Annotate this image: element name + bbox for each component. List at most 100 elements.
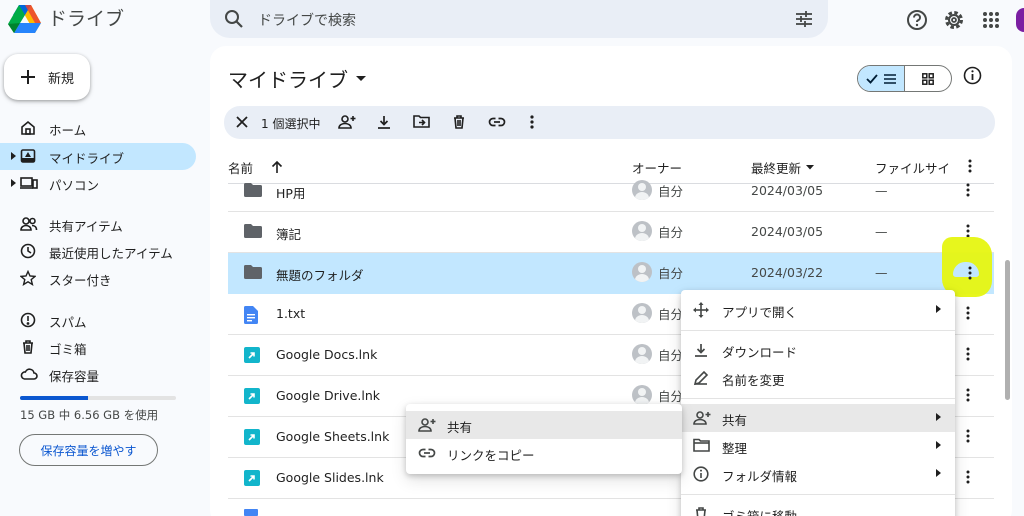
menu-item-organize[interactable]: 整理 <box>681 432 955 460</box>
page-title: マイドライブ <box>228 68 348 92</box>
settings-icon[interactable] <box>942 8 966 32</box>
plus-icon <box>20 69 36 85</box>
shortcut-file-icon <box>244 388 260 404</box>
sidebar-item-spam[interactable]: スパム <box>0 307 196 334</box>
more-vert-icon[interactable] <box>966 429 970 443</box>
docs-file-icon <box>244 306 258 324</box>
menu-item-download[interactable]: ダウンロード <box>681 336 955 364</box>
new-button[interactable]: 新規 <box>4 54 90 100</box>
selection-count: 1 個選択中 <box>261 117 321 131</box>
docs-file-icon <box>244 509 258 516</box>
file-name: Google Slides.lnk <box>276 470 384 485</box>
avatar <box>632 221 652 241</box>
table-row[interactable]: 簿記 自分 2024/03/05 — <box>228 212 994 253</box>
sidebar-item-label: 最近使用したアイテム <box>49 246 173 261</box>
submenu-item-share[interactable]: 共有 <box>406 411 682 439</box>
menu-item-label: リンクをコピー <box>447 448 535 463</box>
sidebar-item-storage[interactable]: 保存容量 <box>0 361 196 388</box>
menu-item-label: 名前を変更 <box>722 373 785 388</box>
sidebar-item-starred[interactable]: スター付き <box>0 265 196 292</box>
submenu-arrow-icon <box>936 413 941 421</box>
more-vert-icon[interactable] <box>968 266 972 280</box>
clock-icon <box>20 243 36 259</box>
more-vert-icon[interactable] <box>966 388 970 402</box>
expand-arrow-icon[interactable] <box>11 152 16 160</box>
modified-date: 2024/03/22 <box>751 265 824 280</box>
sidebar-item-label: 共有アイテム <box>49 219 123 234</box>
more-vert-icon[interactable] <box>966 183 970 197</box>
table-row-selected[interactable]: 無題のフォルダ 自分 2024/03/22 — <box>228 253 994 294</box>
drive-logo[interactable] <box>8 4 42 34</box>
get-more-storage-button[interactable]: 保存容量を増やす <box>19 434 158 466</box>
folder-outline-icon <box>693 438 710 452</box>
list-view-button[interactable] <box>858 66 905 91</box>
sidebar-item-recent[interactable]: 最近使用したアイテム <box>0 238 196 265</box>
menu-item-share[interactable]: 共有 <box>681 404 955 432</box>
spam-icon <box>20 312 36 328</box>
copy-link-icon[interactable] <box>488 114 506 130</box>
more-vert-icon[interactable] <box>530 114 534 130</box>
owner-cell: 自分 <box>632 262 683 282</box>
move-to-folder-icon[interactable] <box>413 114 430 129</box>
menu-item-folder-info[interactable]: フォルダ情報 <box>681 460 955 488</box>
menu-item-rename[interactable]: 名前を変更 <box>681 364 955 392</box>
tune-icon[interactable] <box>794 9 814 29</box>
account-avatar[interactable] <box>1016 8 1024 32</box>
more-vert-icon[interactable] <box>966 470 970 484</box>
edit-pencil-icon <box>693 370 709 386</box>
menu-divider <box>681 398 955 399</box>
more-vert-icon[interactable] <box>966 347 970 361</box>
search-input[interactable]: ドライブで検索 <box>258 10 356 30</box>
sidebar-item-computers[interactable]: パソコン <box>0 170 196 197</box>
submenu-item-copy-link[interactable]: リンクをコピー <box>406 439 682 467</box>
expand-arrow-icon[interactable] <box>11 179 16 187</box>
page-title-dropdown[interactable]: マイドライブ <box>228 64 366 93</box>
help-icon[interactable] <box>905 8 929 32</box>
share-submenu: 共有 リンクをコピー <box>406 404 682 474</box>
sidebar-item-shared[interactable]: 共有アイテム <box>0 211 196 238</box>
search-icon[interactable] <box>224 9 244 29</box>
drive-icon <box>20 148 36 164</box>
owner-cell: 自分 <box>632 344 683 364</box>
sidebar-item-trash[interactable]: ゴミ箱 <box>0 334 196 361</box>
owner-name: 自分 <box>658 265 684 281</box>
avatar <box>632 180 652 200</box>
storage-usage-text: 15 GB 中 6.56 GB を使用 <box>20 408 159 422</box>
submenu-arrow-icon <box>936 441 941 449</box>
new-button-label: 新規 <box>48 71 75 87</box>
list-icon <box>883 73 896 84</box>
caret-down-icon <box>806 165 815 170</box>
view-toggle[interactable] <box>857 65 952 92</box>
download-icon[interactable] <box>376 114 392 130</box>
scrollbar[interactable] <box>1005 260 1010 400</box>
close-selection-icon[interactable] <box>234 114 250 130</box>
info-icon[interactable] <box>963 66 982 85</box>
menu-item-open-with[interactable]: アプリで開く <box>681 296 955 324</box>
trash-icon[interactable] <box>451 114 467 130</box>
submenu-arrow-icon <box>936 305 941 313</box>
menu-item-move-to-trash[interactable]: ゴミ箱に移動 <box>681 500 955 516</box>
shortcut-file-icon <box>244 347 260 363</box>
apps-grid-icon[interactable] <box>979 8 1003 32</box>
owner-name: 自分 <box>658 183 684 199</box>
more-vert-icon[interactable] <box>966 306 970 320</box>
menu-item-label: 共有 <box>722 413 748 428</box>
file-name: Google Drive.lnk <box>276 388 380 403</box>
menu-item-label: アプリで開く <box>722 305 798 320</box>
search-bar[interactable]: ドライブで検索 <box>210 0 828 38</box>
sidebar-item-my-drive[interactable]: マイドライブ <box>0 143 196 170</box>
more-vert-icon[interactable] <box>966 224 970 238</box>
share-person-add-icon[interactable] <box>338 114 356 130</box>
selected-row-more-button-bg <box>953 262 979 277</box>
avatar <box>632 385 652 405</box>
sidebar-item-home[interactable]: ホーム <box>0 115 196 142</box>
grid-view-button[interactable] <box>905 66 952 91</box>
file-name: 簿記 <box>276 227 302 242</box>
app-title: ドライブ <box>48 8 125 30</box>
menu-item-label: 共有 <box>447 420 473 435</box>
home-icon <box>20 120 36 136</box>
sidebar-item-label: パソコン <box>49 178 100 193</box>
table-row[interactable]: HP用 自分 2024/03/05 — <box>228 171 994 212</box>
sidebar-item-label: スター付き <box>49 273 112 288</box>
sidebar-item-label: ホーム <box>49 123 87 138</box>
